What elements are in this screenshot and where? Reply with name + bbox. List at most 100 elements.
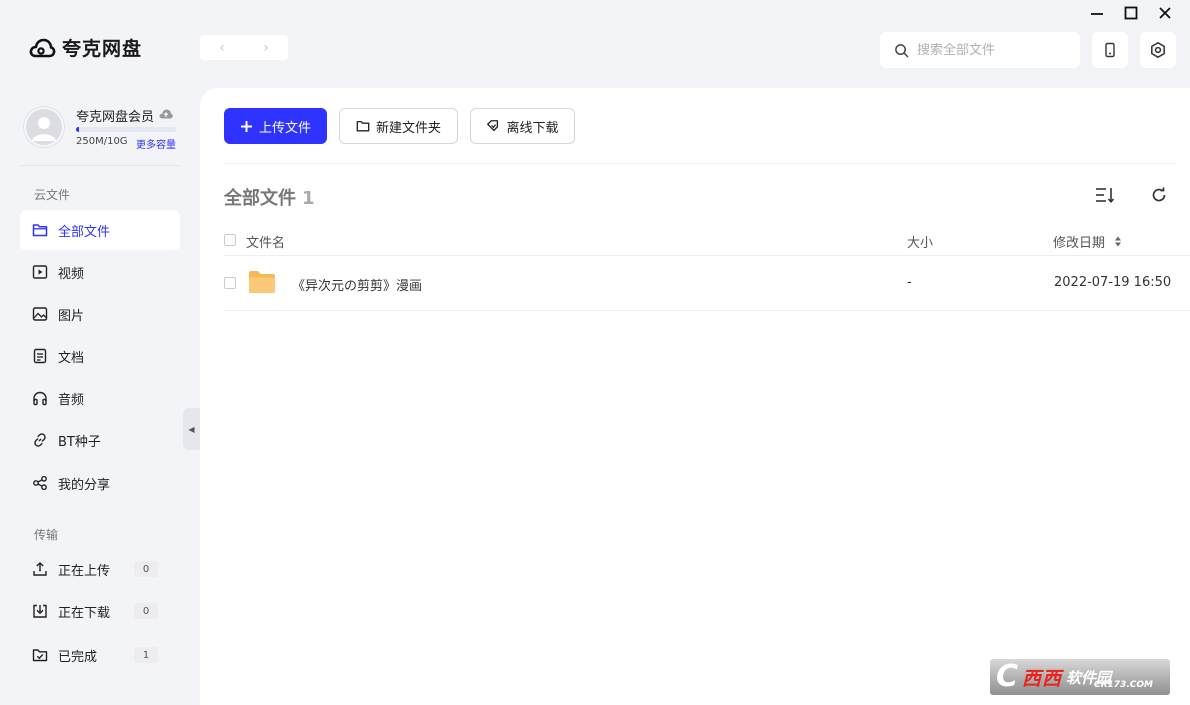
count-badge: 1 <box>134 647 158 663</box>
minimize-button[interactable] <box>1087 4 1107 22</box>
sidebar-item-label: 图片 <box>58 308 85 324</box>
breadcrumb: 全部文件 1 <box>224 184 315 210</box>
sidebar-item-label: 正在下载 <box>58 605 111 621</box>
sidebar-collapse-button[interactable]: ◀ <box>183 408 200 450</box>
sidebar-item-all-files[interactable]: 全部文件 <box>20 210 180 250</box>
quota-bar <box>76 127 176 132</box>
caret-left-icon: ◀ <box>188 424 195 434</box>
minimize-icon <box>1091 13 1103 15</box>
count-badge: 0 <box>134 561 158 577</box>
sidebar-item-my-share[interactable]: 我的分享 <box>20 463 180 503</box>
cloud-sync-icon[interactable] <box>158 107 174 121</box>
app-title: 夸克网盘 <box>62 38 143 60</box>
search-input[interactable] <box>917 42 1067 58</box>
download-icon <box>33 604 47 618</box>
default-avatar-icon <box>32 117 56 141</box>
file-date: 2022-07-19 16:50 <box>1054 275 1172 290</box>
sidebar-item-video[interactable]: 视频 <box>20 252 180 292</box>
sidebar-item-bt[interactable]: BT种子 <box>20 420 180 460</box>
app-logo: 夸克网盘 <box>28 34 142 61</box>
sidebar-item-label: 我的分享 <box>58 477 111 493</box>
forward-button[interactable]: › <box>263 40 269 56</box>
headphones-icon <box>33 391 47 406</box>
file-name[interactable]: 《异次元の剪剪》漫画 <box>292 275 422 294</box>
upload-icon <box>33 562 47 576</box>
sidebar-item-label: 正在上传 <box>58 563 111 579</box>
new-folder-button-label: 新建文件夹 <box>375 120 441 136</box>
sidebar-item-uploading[interactable]: 正在上传 0 <box>20 549 180 589</box>
gear-icon <box>1151 42 1165 58</box>
magnet-tag-icon <box>487 120 499 132</box>
toolbar-divider <box>224 163 1176 164</box>
quota-text: 250M/10G <box>76 136 128 147</box>
transfer-title: 传输 <box>34 528 59 542</box>
history-nav: ‹ › <box>200 35 288 60</box>
watermark-main: 西西 <box>1022 667 1063 690</box>
cloud-files-title: 云文件 <box>34 188 71 202</box>
watermark-logo: C 西西 软件园 CR173.COM <box>990 659 1170 695</box>
sidebar-item-audio[interactable]: 音频 <box>20 378 180 418</box>
sidebar-divider <box>20 165 180 166</box>
back-button[interactable]: ‹ <box>219 40 225 56</box>
sidebar-item-label: 已完成 <box>58 649 98 665</box>
more-capacity-link[interactable]: 更多容量 <box>136 136 176 151</box>
sidebar: 夸克网盘会员 250M/10G 更多容量 云文件 全部文件 视频 图片 文档 音… <box>0 88 200 705</box>
refresh-button[interactable] <box>1148 184 1170 206</box>
sort-icon <box>1096 188 1115 203</box>
settings-button[interactable] <box>1140 32 1176 68</box>
row-checkbox[interactable] <box>224 277 236 289</box>
folder-icon <box>356 120 370 132</box>
sidebar-item-images[interactable]: 图片 <box>20 294 180 334</box>
sidebar-item-documents[interactable]: 文档 <box>20 336 180 376</box>
avatar[interactable] <box>24 107 64 147</box>
column-header-size[interactable]: 大小 <box>907 232 933 251</box>
main-panel: 上传文件 新建文件夹 离线下载 全部文件 1 文件名 大小 修改日期 《异次元の剪… <box>200 88 1190 705</box>
maximize-icon <box>1124 6 1138 20</box>
watermark-url: CR173.COM <box>1094 680 1153 690</box>
search-box <box>880 32 1080 68</box>
file-size: - <box>907 275 912 290</box>
folder-icon <box>32 224 48 237</box>
new-folder-button[interactable]: 新建文件夹 <box>339 108 458 144</box>
offline-download-button[interactable]: 离线下载 <box>470 108 575 144</box>
refresh-icon <box>1152 187 1166 202</box>
file-count: 1 <box>302 188 315 209</box>
sort-arrows-icon <box>1115 236 1121 247</box>
sidebar-item-label: BT种子 <box>58 434 101 450</box>
plus-icon <box>240 120 252 132</box>
folder-icon <box>249 271 275 293</box>
column-header-name[interactable]: 文件名 <box>246 232 285 251</box>
sidebar-item-downloading[interactable]: 正在下载 0 <box>20 591 180 631</box>
document-icon <box>33 348 47 364</box>
sidebar-item-label: 视频 <box>58 266 85 282</box>
sidebar-item-label: 文档 <box>58 350 85 366</box>
close-icon <box>1159 7 1171 19</box>
link-icon <box>34 433 46 447</box>
maximize-button[interactable] <box>1121 4 1141 22</box>
sidebar-item-label: 全部文件 <box>58 224 111 240</box>
upload-button[interactable]: 上传文件 <box>224 108 327 144</box>
username: 夸克网盘会员 <box>76 110 155 125</box>
table-row[interactable]: 《异次元の剪剪》漫画 - 2022-07-19 16:50 <box>224 256 1190 311</box>
column-header-date[interactable]: 修改日期 <box>1053 232 1105 251</box>
close-button[interactable] <box>1155 4 1175 22</box>
phone-icon <box>1105 42 1115 58</box>
search-icon <box>895 43 909 57</box>
offline-download-button-label: 离线下载 <box>506 120 559 136</box>
sidebar-item-label: 音频 <box>58 392 85 408</box>
phone-button[interactable] <box>1092 32 1128 68</box>
user-panel: 夸克网盘会员 250M/10G 更多容量 <box>24 106 184 156</box>
sidebar-item-completed[interactable]: 已完成 1 <box>20 635 180 675</box>
sort-button[interactable] <box>1094 184 1116 206</box>
count-badge: 0 <box>134 603 158 619</box>
page-title: 全部文件 <box>224 188 296 209</box>
video-icon <box>32 265 48 279</box>
select-all-checkbox[interactable] <box>224 234 236 246</box>
completed-icon <box>32 649 48 662</box>
cloud-logo-icon <box>29 38 56 57</box>
image-icon <box>32 307 48 321</box>
watermark-swoosh-icon: C <box>996 659 1019 694</box>
share-icon <box>33 475 47 491</box>
upload-button-label: 上传文件 <box>258 120 311 136</box>
quota-fill <box>76 127 79 132</box>
